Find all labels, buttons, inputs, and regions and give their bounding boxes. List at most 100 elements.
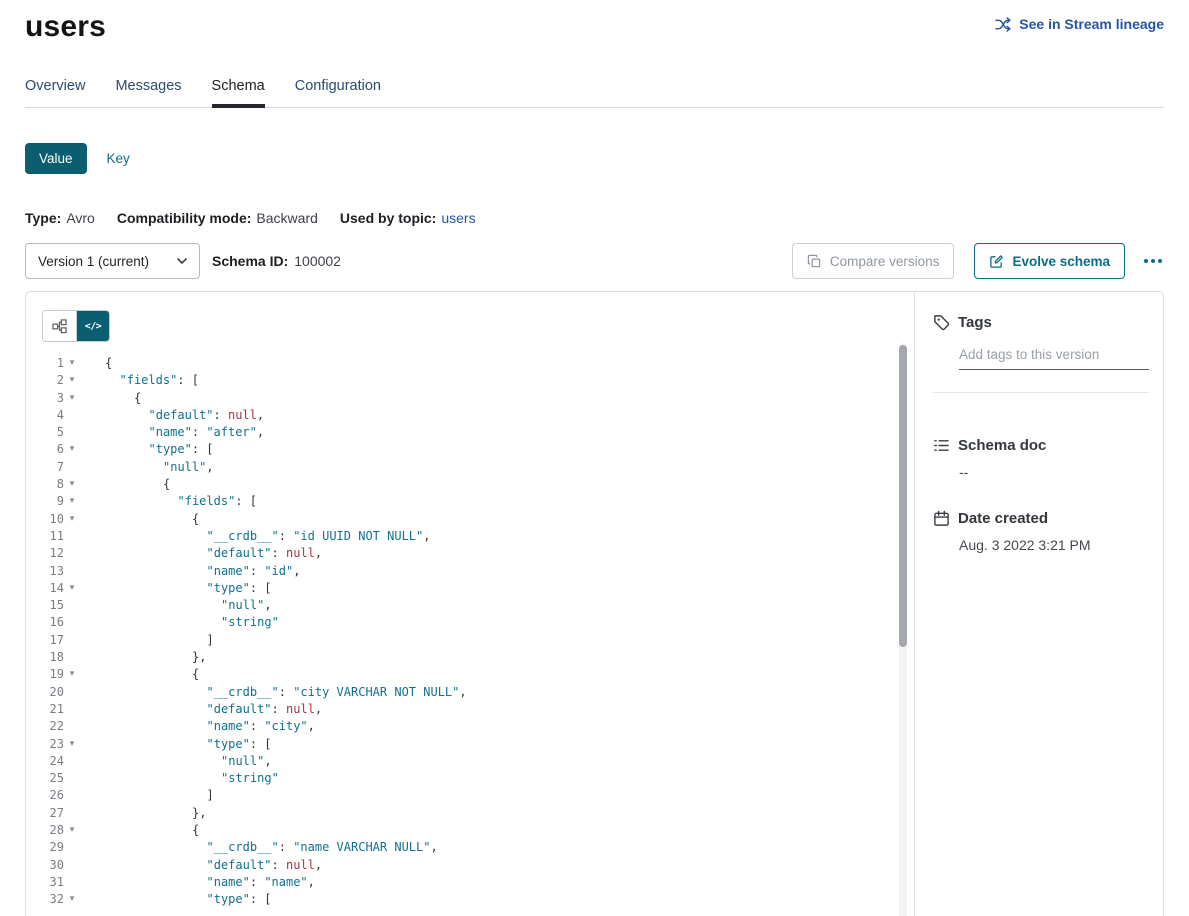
code-text: "default": null, (105, 407, 264, 424)
fold-spacer (64, 684, 80, 701)
code-view-icon: </> (85, 321, 102, 332)
evolve-schema-button[interactable]: Evolve schema (974, 243, 1125, 279)
code-line: 18}, (26, 649, 914, 666)
tab-bar: Overview Messages Schema Configuration (25, 78, 1164, 108)
tab-configuration[interactable]: Configuration (295, 78, 381, 107)
stream-lineage-label: See in Stream lineage (1019, 16, 1164, 32)
evolve-schema-label: Evolve schema (1012, 254, 1110, 269)
fold-toggle-icon[interactable]: ▾ (64, 580, 80, 597)
code-line: 28▾ { (26, 822, 914, 839)
evolve-schema-icon (989, 254, 1004, 269)
used-by-topic-label: Used by topic: (340, 210, 436, 226)
code-text: "null", (105, 753, 272, 770)
fold-toggle-icon[interactable]: ▾ (64, 822, 80, 839)
code-text: { (105, 511, 199, 528)
tag-icon (933, 314, 950, 331)
line-number: 3 (26, 390, 64, 407)
version-select[interactable]: Version 1 (current) (25, 243, 200, 279)
code-text: "fields": [ (105, 493, 257, 510)
value-tab-button[interactable]: Value (25, 143, 87, 174)
line-number: 15 (26, 597, 64, 614)
chevron-down-icon (177, 258, 187, 264)
code-text: { (105, 390, 141, 407)
code-text: }, (105, 649, 206, 666)
topic-link[interactable]: users (441, 210, 475, 226)
fold-spacer (64, 614, 80, 631)
line-number: 8 (26, 476, 64, 493)
schema-sidebar: Tags Schema doc -- (915, 292, 1163, 916)
line-number: 21 (26, 701, 64, 718)
tree-view-button[interactable] (43, 311, 76, 341)
code-text: "name": "after", (105, 424, 264, 441)
fold-toggle-icon[interactable]: ▾ (64, 476, 80, 493)
code-lines: 1▾{2▾"fields": [3▾{4"default": null,5"na… (26, 355, 914, 909)
fold-spacer (64, 701, 80, 718)
page-header: users See in Stream lineage (25, 0, 1164, 44)
line-number: 22 (26, 718, 64, 735)
tab-messages[interactable]: Messages (115, 78, 181, 107)
line-number: 24 (26, 753, 64, 770)
code-line: 7"null", (26, 459, 914, 476)
schema-doc-heading: Schema doc (933, 437, 1149, 454)
schema-doc-value: -- (959, 464, 1149, 480)
line-number: 6 (26, 441, 64, 458)
fold-toggle-icon[interactable]: ▾ (64, 891, 80, 908)
code-text: { (105, 355, 112, 372)
code-line: 3▾ { (26, 390, 914, 407)
key-tab-button[interactable]: Key (107, 151, 130, 166)
code-text: { (105, 666, 199, 683)
line-number: 10 (26, 511, 64, 528)
fold-toggle-icon[interactable]: ▾ (64, 372, 80, 389)
type-label: Type: (25, 210, 61, 226)
fold-toggle-icon[interactable]: ▾ (64, 736, 80, 753)
code-line: 13"name": "id", (26, 563, 914, 580)
fold-spacer (64, 753, 80, 770)
schema-doc-section: Schema doc -- (933, 437, 1149, 480)
fold-spacer (64, 718, 80, 735)
code-text: "null", (105, 597, 272, 614)
line-number: 16 (26, 614, 64, 631)
stream-lineage-link[interactable]: See in Stream lineage (995, 16, 1164, 32)
code-line: 14▾"type": [ (26, 580, 914, 597)
fold-spacer (64, 563, 80, 580)
schema-id-label: Schema ID: (212, 253, 288, 269)
tags-input[interactable] (959, 343, 1149, 370)
tags-title: Tags (958, 314, 992, 331)
code-text: "name": "id", (105, 563, 300, 580)
line-number: 31 (26, 874, 64, 891)
fold-toggle-icon[interactable]: ▾ (64, 355, 80, 372)
calendar-icon (933, 510, 950, 527)
line-number: 11 (26, 528, 64, 545)
code-line: 31"name": "name", (26, 874, 914, 891)
more-options-button[interactable] (1142, 253, 1164, 269)
fold-spacer (64, 770, 80, 787)
code-text: ] (105, 787, 214, 804)
fold-toggle-icon[interactable]: ▾ (64, 390, 80, 407)
tab-schema[interactable]: Schema (212, 78, 265, 107)
tab-overview[interactable]: Overview (25, 78, 85, 107)
code-text: { (105, 822, 199, 839)
dot-icon (1158, 259, 1162, 263)
fold-spacer (64, 424, 80, 441)
code-text: "default": null, (105, 545, 322, 562)
code-text: "default": null, (105, 857, 322, 874)
fold-toggle-icon[interactable]: ▾ (64, 441, 80, 458)
code-line: 17] (26, 632, 914, 649)
fold-toggle-icon[interactable]: ▾ (64, 666, 80, 683)
line-number: 28 (26, 822, 64, 839)
code-text: "default": null, (105, 701, 322, 718)
date-created-value: Aug. 3 2022 3:21 PM (959, 537, 1149, 553)
compare-versions-button[interactable]: Compare versions (792, 243, 955, 279)
fold-toggle-icon[interactable]: ▾ (64, 511, 80, 528)
code-line: 2▾"fields": [ (26, 372, 914, 389)
line-number: 26 (26, 787, 64, 804)
compare-versions-icon (807, 254, 822, 269)
scrollbar-track[interactable] (899, 343, 907, 916)
code-line: 15 "null", (26, 597, 914, 614)
code-view-button[interactable]: </> (76, 311, 109, 341)
code-text: "name": "city", (105, 718, 315, 735)
code-line: 9▾"fields": [ (26, 493, 914, 510)
code-text: "__crdb__": "name VARCHAR NULL", (105, 839, 438, 856)
fold-toggle-icon[interactable]: ▾ (64, 493, 80, 510)
scrollbar-thumb[interactable] (899, 345, 907, 647)
